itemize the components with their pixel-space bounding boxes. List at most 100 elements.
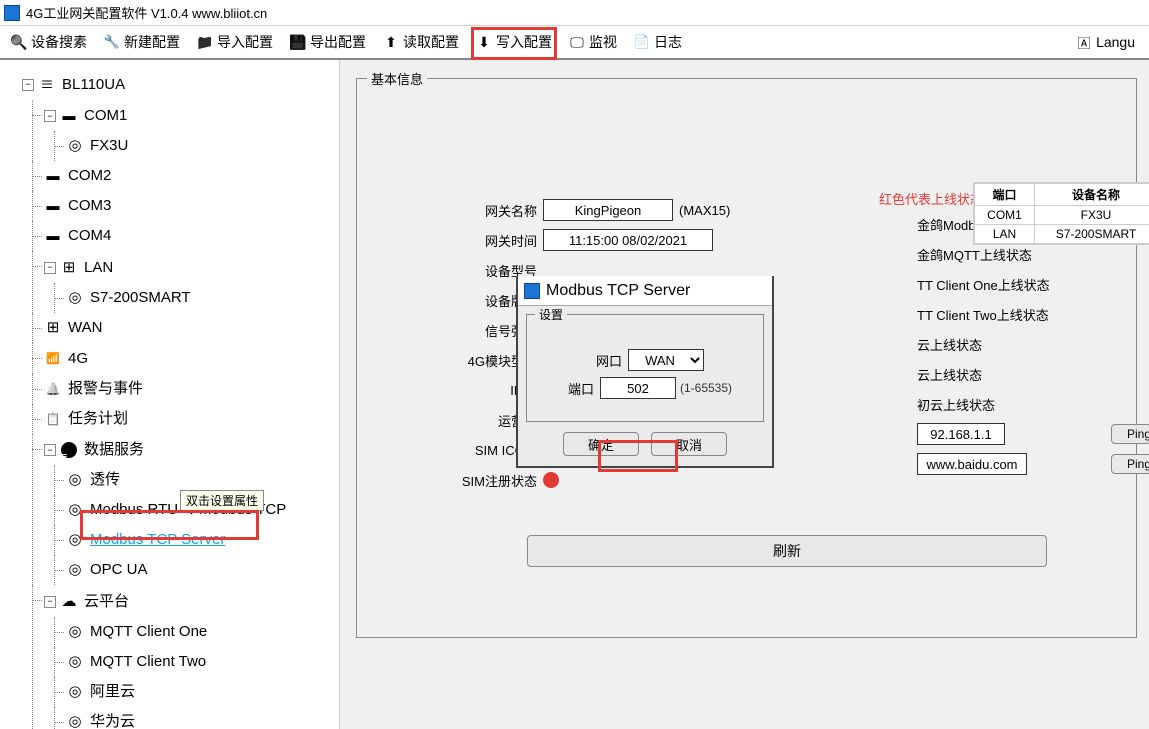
database-icon: [60, 441, 78, 459]
cloud-icon: [60, 593, 78, 611]
ok-button[interactable]: 确定: [563, 432, 639, 456]
dialog-titlebar[interactable]: Modbus TCP Server: [518, 276, 772, 306]
target-icon: [66, 653, 84, 671]
target-icon: [66, 561, 84, 579]
cancel-button[interactable]: 取消: [651, 432, 727, 456]
search-button[interactable]: 设备搜素: [4, 30, 93, 54]
status-label: TT Client Two上线状态: [917, 305, 1049, 324]
import-config-button[interactable]: 导入配置: [190, 30, 279, 54]
th-port: 端口: [975, 184, 1035, 206]
search-icon: [10, 33, 28, 51]
language-icon: [1075, 33, 1093, 51]
tree-ali[interactable]: 阿里云: [66, 677, 135, 707]
target-icon: [66, 289, 84, 307]
gw-name-max: (MAX15): [679, 203, 730, 218]
tree-mqtt2[interactable]: MQTT Client Two: [66, 647, 206, 677]
table-row[interactable]: COM1FX3U: [975, 206, 1149, 225]
tree-lan[interactable]: −LAN: [44, 253, 113, 283]
language-button[interactable]: Langu: [1069, 31, 1141, 53]
upload-icon: [382, 33, 400, 51]
gw-name-input[interactable]: [543, 199, 673, 221]
download-icon: [475, 33, 493, 51]
table-row[interactable]: LANS7-200SMART: [975, 225, 1149, 244]
app-icon: [4, 5, 20, 21]
target-icon: [66, 531, 84, 549]
wan-icon: [44, 319, 62, 337]
tree-dataservice[interactable]: −数据服务: [44, 435, 144, 465]
port-input[interactable]: [600, 377, 676, 399]
tree-alarm[interactable]: 报警与事件: [44, 374, 143, 404]
new-config-button[interactable]: 新建配置: [97, 30, 186, 54]
refresh-button[interactable]: 刷新: [527, 535, 1047, 567]
tree-s7[interactable]: S7-200SMART: [66, 283, 191, 313]
tree-huawei[interactable]: 华为云: [66, 707, 135, 729]
dialog-legend: 设置: [535, 306, 567, 323]
app-icon: [524, 283, 540, 299]
label-gw-time: 网关时间: [373, 231, 543, 250]
label-port: 端口: [558, 379, 594, 398]
clipboard-icon: [44, 410, 62, 428]
tree-task[interactable]: 任务计划: [44, 404, 128, 434]
device-icon: [38, 76, 56, 94]
tree-modbustcp[interactable]: Modbus TCP Server: [66, 525, 225, 555]
monitor-icon: [568, 33, 586, 51]
export-config-button[interactable]: 导出配置: [283, 30, 372, 54]
target-icon: [66, 683, 84, 701]
write-config-button[interactable]: 写入配置: [469, 30, 558, 54]
target-icon: [66, 713, 84, 729]
status-label: 初云上线状态: [917, 395, 995, 414]
ping-domain-input[interactable]: [917, 453, 1027, 475]
target-icon: [66, 471, 84, 489]
device-table: 端口设备名称 COM1FX3U LANS7-200SMART: [973, 182, 1149, 245]
target-icon: [66, 137, 84, 155]
bell-icon: [44, 380, 62, 398]
device-tree: −BL110UA −COM1 FX3U COM2 COM3 COM4 −LAN …: [0, 60, 340, 729]
ping-ip-input[interactable]: [917, 423, 1005, 445]
status-column: 金鸽Modbus上线状态 金鸽MQTT上线状态 TT Client One上线状…: [917, 209, 1149, 479]
tree-com4[interactable]: COM4: [44, 221, 111, 251]
netport-select[interactable]: WAN: [628, 349, 704, 371]
tree-wan[interactable]: WAN: [44, 313, 102, 343]
dialog-title: Modbus TCP Server: [546, 282, 690, 300]
target-icon: [66, 501, 84, 519]
status-label: 金鸽MQTT上线状态: [917, 245, 1032, 264]
tree-4g[interactable]: 4G: [44, 344, 88, 374]
tree-com3[interactable]: COM3: [44, 191, 111, 221]
tree-root[interactable]: −BL110UA: [22, 70, 125, 100]
tree-com1[interactable]: −COM1: [44, 101, 127, 131]
tree-fx3u[interactable]: FX3U: [66, 131, 128, 161]
target-icon: [66, 623, 84, 641]
lan-icon: [60, 259, 78, 277]
log-button[interactable]: 日志: [627, 30, 688, 54]
port-icon: [44, 167, 62, 185]
tree-tooltip: 双击设置属性: [180, 490, 264, 511]
tree-opcua[interactable]: OPC UA: [66, 555, 148, 585]
label-gw-name: 网关名称: [373, 201, 543, 220]
save-icon: [289, 33, 307, 51]
tree-passthrough[interactable]: 透传: [66, 465, 120, 495]
titlebar: 4G工业网关配置软件 V1.0.4 www.bliiot.cn: [0, 0, 1149, 26]
tree-com2[interactable]: COM2: [44, 161, 111, 191]
gw-time-input: [543, 229, 713, 251]
modbus-tcp-dialog: Modbus TCP Server 设置 网口 WAN 端口 (1-65535)…: [516, 276, 774, 468]
toolbar: 设备搜素 新建配置 导入配置 导出配置 读取配置 写入配置 监视 日志 Lang…: [0, 26, 1149, 60]
new-icon: [103, 33, 121, 51]
tree-cloud[interactable]: −云平台: [44, 587, 129, 617]
port-icon: [60, 107, 78, 125]
th-name: 设备名称: [1035, 184, 1149, 206]
folder-icon: [196, 33, 214, 51]
log-icon: [633, 33, 651, 51]
status-label: TT Client One上线状态: [917, 275, 1050, 294]
status-label: 云上线状态: [917, 365, 982, 384]
label-netport: 网口: [586, 351, 622, 370]
port-icon: [44, 197, 62, 215]
monitor-button[interactable]: 监视: [562, 30, 623, 54]
read-config-button[interactable]: 读取配置: [376, 30, 465, 54]
tree-mqtt1[interactable]: MQTT Client One: [66, 617, 207, 647]
port-icon: [44, 227, 62, 245]
app-title: 4G工业网关配置软件 V1.0.4 www.bliiot.cn: [26, 3, 267, 22]
status-label: 云上线状态: [917, 335, 982, 354]
ping-domain-button[interactable]: Ping: [1111, 454, 1149, 474]
ping-ip-button[interactable]: Ping: [1111, 424, 1149, 444]
sim-status-dot: [543, 472, 559, 488]
